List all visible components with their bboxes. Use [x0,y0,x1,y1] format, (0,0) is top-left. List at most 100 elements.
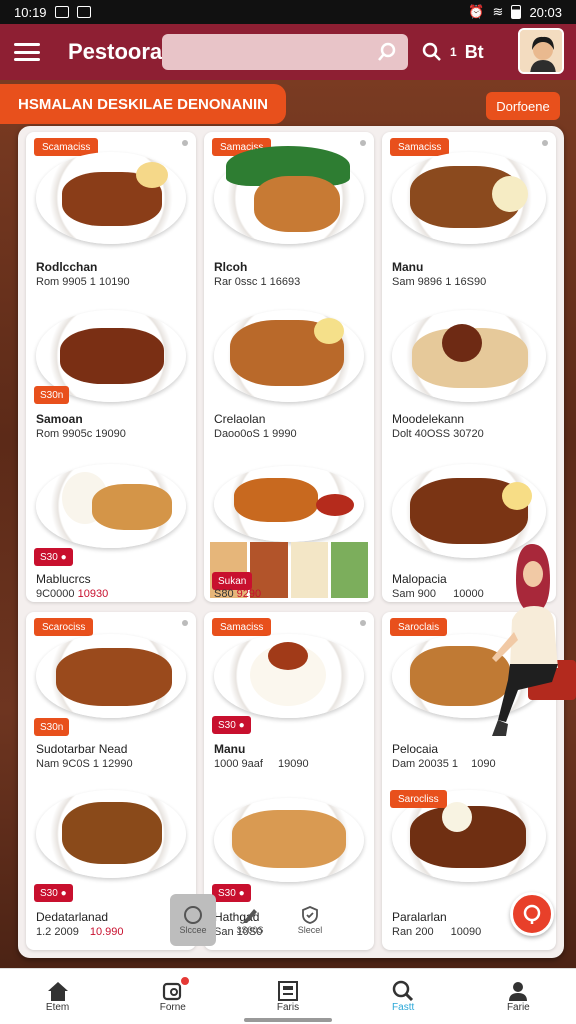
toolbar-item[interactable]: Slecel [284,894,336,946]
food-image [136,162,168,188]
nav-item-form[interactable]: Faris [243,980,333,1013]
dish-price: Ran 200 10090 [392,926,481,938]
category-tag: Samaciss [390,138,450,156]
price-main: 9C0000 [36,588,75,600]
price-tail: 19090 [278,758,309,770]
toolbar-item[interactable]: 3S00S [220,894,280,946]
app-bar: Pestoora 1 Bt [0,24,576,80]
appbar-label[interactable]: Bt [465,42,484,63]
chat-icon [523,904,541,924]
form-icon [277,981,298,1001]
nav-item-home[interactable]: Etem [13,980,103,1013]
price-main: 1000 9aaf [214,758,263,770]
price-red: 9290 [236,588,262,600]
rating-badge: S30n [34,386,70,404]
toolbar-label: 3S00S [236,925,264,935]
nav-label: Etem [45,1002,70,1013]
dish-price: 9C0000 10930 [36,588,108,600]
chat-fab-button[interactable] [510,892,554,936]
home-icon [47,982,68,1001]
food-image [234,478,318,522]
food-image [492,176,528,212]
app-title: Pestoora [68,39,163,64]
dish-name: Mablucrcs [36,572,91,586]
user-avatar[interactable] [518,28,564,74]
status-bar: 10:19 ⏰ ≋ 20:03 [0,0,576,24]
toolbar-item[interactable]: Slccee [170,894,216,946]
home-indicator [244,1018,332,1022]
rating-badge: S30n [34,718,70,736]
pin-icon [542,140,548,146]
dish-price: Dolt 40OSS 30720 [392,428,484,440]
dish-price: Daoo0oS 1 9990 [214,428,297,440]
nav-item-search[interactable]: Fastt [358,980,448,1013]
dish-name: Sudotarbar Nead [36,742,128,756]
menu-card[interactable]: Samaciss Manu Sam 9896 1 16S90 Moodeleka… [382,132,556,602]
pin-icon [182,620,188,626]
dish-name: Samoan [36,412,83,426]
category-tag: Samaciss [212,618,272,636]
dish-name: Rodlcchan [36,260,98,274]
nav-item-cart[interactable]: Forne [128,976,218,1013]
dish-price: Rom 9905c 19090 [36,428,126,440]
dish-price: Sam 9896 1 16S90 [392,276,487,288]
food-image [254,176,340,232]
dish-name: Manu [392,260,424,274]
food-image [442,324,482,362]
food-image [232,810,346,868]
pin-icon [182,140,188,146]
price-tail: 1090 [471,758,496,770]
nav-label: Farie [506,1002,530,1013]
category-tag: Scarociss [34,618,94,636]
price-tail: 10090 [450,926,482,938]
nav-label: Fastt [392,1002,415,1013]
wifi-icon: ≋ [492,4,504,19]
nav-label: Faris [276,1002,300,1013]
profile-icon [509,982,528,1001]
bottom-navigation: Etem Forne Faris Fastt Farie [0,968,576,1024]
notification-icon [54,6,69,18]
dish-price: 1.2 2009 10.990 [36,926,124,938]
food-image [268,642,308,670]
dish-price: S80 9290 [214,588,261,600]
menu-card[interactable]: Scamaciss Rodlcchan Rom 9905 1 10190 S30… [26,132,196,602]
notification-badge [179,976,190,986]
dish-price: Sam 900 10000 [392,588,484,600]
floating-toolbar: Slccee 3S00S Slecel [170,894,370,946]
pin-icon [360,620,366,626]
rating-badge: S30 ● [212,716,251,734]
category-tag: Saroclais [390,618,448,636]
dish-price: Rom 9905 1 10190 [36,276,130,288]
food-image [314,318,344,344]
pen-icon [243,909,257,923]
circle-icon [184,906,202,924]
dish-name: Moodelekann [392,412,465,426]
dish-name: Malopacia [392,572,447,586]
assistant-character [492,544,576,736]
dish-price: Nam 9C0S 1 12990 [36,758,133,770]
search-input[interactable] [162,34,408,70]
promo-banner[interactable]: HSMALAN DESKILAE DENONANIN [0,84,286,124]
price-red: 10.990 [89,926,124,938]
appbar-count: 1 [450,45,457,59]
toolbar-label: Slecel [297,925,323,935]
food-image [502,482,532,510]
menu-grid-panel: Scamaciss Rodlcchan Rom 9905 1 10190 S30… [18,126,564,958]
rating-badge: S30 ● [34,548,73,566]
search-icon [392,980,414,1002]
dish-name: Dedatarlanad [36,910,109,924]
food-image [316,494,354,516]
dish-price: Dam 20035 1 1090 [392,758,496,770]
dish-price: Rar 0ssc 1 16693 [214,276,301,288]
nav-label: Forne [159,1002,186,1013]
nav-item-profile[interactable]: Farie [473,980,563,1013]
toolbar-label: Slccee [179,925,207,935]
hamburger-menu-icon[interactable] [12,40,42,64]
banner-button[interactable]: Dorfoene [486,92,560,120]
shield-check-icon [302,906,318,924]
status-right-time: 20:03 [529,4,562,20]
message-icon [76,6,91,18]
search-icon[interactable] [422,42,442,62]
alarm-icon: ⏰ [468,4,485,19]
menu-card[interactable]: Samaciss Rlcoh Rar 0ssc 1 16693 Crelaola… [204,132,374,602]
